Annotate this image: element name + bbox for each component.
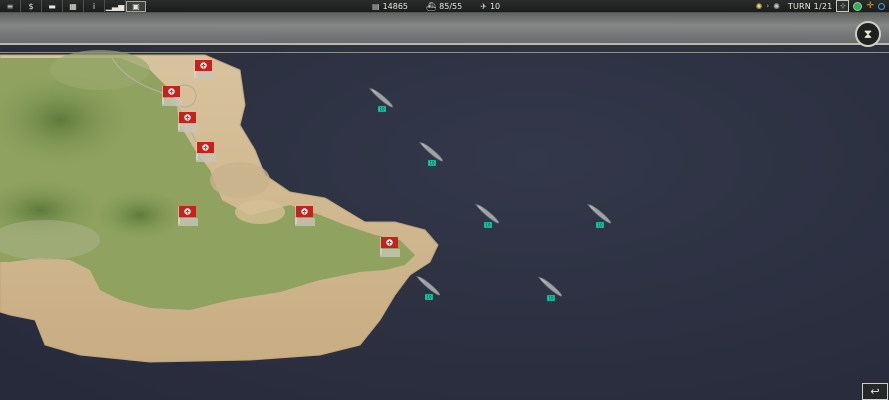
game-map[interactable]: ✠ ✠ ✠ ✠ ✠ ✠ ✠ 10 10 10 10 10 10 xyxy=(0,0,889,400)
turn-controls: ✺ › ✺ TURN 1/21 ⊹ ✛ xyxy=(756,0,889,12)
units-resource: ⛴ 85/55 xyxy=(426,2,462,11)
iron-cross-icon: ✠ xyxy=(302,210,306,216)
unit-strength-label: 10 xyxy=(485,223,491,228)
frame-line xyxy=(0,43,889,45)
info-button[interactable]: i xyxy=(84,0,105,12)
city-buildings xyxy=(178,218,198,226)
undo-arrow-icon: ↩ xyxy=(870,385,880,398)
finance-button[interactable]: $ xyxy=(21,0,42,12)
city-buildings xyxy=(380,249,400,257)
unit-strength-label: 10 xyxy=(597,223,603,228)
stats-button[interactable]: ▁▃▅ xyxy=(105,0,126,12)
city-buildings xyxy=(295,218,315,226)
city-germany[interactable]: ✠ xyxy=(178,112,198,132)
city-germany[interactable]: ✠ xyxy=(162,86,182,106)
hex-grid-toggle-button[interactable]: ⊹ xyxy=(836,0,850,12)
end-turn-hourglass-button[interactable]: ⧗ xyxy=(855,21,881,47)
iron-cross-icon: ✠ xyxy=(387,241,391,247)
turn-counter: TURN 1/21 xyxy=(787,1,833,11)
prestige-icon: ▤ xyxy=(372,1,380,11)
crosshair-icon[interactable]: ✛ xyxy=(866,1,874,11)
settings-button[interactable]: ≡ xyxy=(0,0,21,12)
sun-weather-icon[interactable]: ✺ xyxy=(756,2,763,11)
unit-strength-label: 10 xyxy=(426,295,432,300)
grid-menu-button[interactable]: ▦ xyxy=(63,0,84,12)
city-germany[interactable]: ✠ xyxy=(194,60,214,80)
iron-cross-icon: ✠ xyxy=(169,90,173,96)
sun-weather-next-icon[interactable]: ✺ xyxy=(773,2,780,11)
aircraft-value: 10 xyxy=(489,1,501,11)
chevron-right-icon: › xyxy=(766,2,770,10)
iron-cross-icon: ✠ xyxy=(185,116,189,122)
green-status-icon[interactable] xyxy=(853,1,863,11)
units-value: 85/55 xyxy=(439,1,463,11)
undo-button[interactable]: ↩ xyxy=(862,383,888,400)
sand-patch xyxy=(235,200,285,224)
city-buildings xyxy=(196,154,216,162)
aircraft-resource: ✈ 10 xyxy=(480,2,500,11)
top-bar: ≡ $ ▬ ▦ i ▁▃▅ ▣ ▤ 14865 ⛴ 85/55 ✈ 10 ✺ › ✺ TUR… xyxy=(0,0,889,13)
city-buildings xyxy=(178,124,198,132)
prestige-value: 14865 xyxy=(382,1,409,11)
messages-button[interactable]: ▬ xyxy=(42,0,63,12)
resources-bar: ▤ 14865 ⛴ 85/55 ✈ 10 xyxy=(372,0,500,12)
frame-line xyxy=(0,52,889,53)
unit-strength-label: 10 xyxy=(379,107,385,112)
unit-strength-label: 10 xyxy=(548,296,554,301)
fog-band xyxy=(0,13,889,43)
field xyxy=(50,50,150,90)
city-buildings xyxy=(194,72,214,80)
screen-button[interactable]: ▣ xyxy=(126,0,146,12)
plane-icon: ✈ xyxy=(480,1,487,11)
city-buildings xyxy=(162,98,182,106)
unit-strength-label: 10 xyxy=(429,161,435,166)
city-germany[interactable]: ✠ xyxy=(196,142,216,162)
iron-cross-icon: ✠ xyxy=(185,210,189,216)
iron-cross-icon: ✠ xyxy=(203,146,207,152)
prestige-resource: ▤ 14865 xyxy=(372,2,408,11)
forest xyxy=(95,190,185,240)
city-germany[interactable]: ✠ xyxy=(380,237,400,257)
ship-icon: ⛴ xyxy=(426,1,437,11)
city-germany[interactable]: ✠ xyxy=(178,206,198,226)
target-icon[interactable] xyxy=(878,2,885,10)
iron-cross-icon: ✠ xyxy=(201,64,205,70)
city-germany[interactable]: ✠ xyxy=(295,206,315,226)
toolbar-buttons: ≡ $ ▬ ▦ i ▁▃▅ ▣ xyxy=(0,0,146,12)
sand-patch xyxy=(210,162,270,198)
